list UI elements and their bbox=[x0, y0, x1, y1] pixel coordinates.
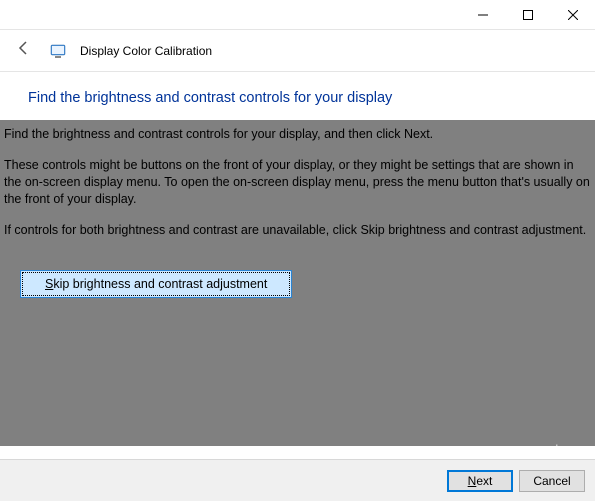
next-label-rest: ext bbox=[476, 474, 492, 488]
instruction-p1: Find the brightness and contrast control… bbox=[4, 126, 591, 143]
close-button[interactable] bbox=[550, 0, 595, 29]
footer-bar: Next Cancel bbox=[0, 459, 595, 501]
page-heading: Find the brightness and contrast control… bbox=[0, 72, 595, 120]
next-button[interactable]: Next bbox=[447, 470, 513, 492]
maximize-button[interactable] bbox=[505, 0, 550, 29]
app-icon bbox=[50, 43, 66, 59]
cancel-button[interactable]: Cancel bbox=[519, 470, 585, 492]
skip-button[interactable]: Skip brightness and contrast adjustment bbox=[20, 270, 292, 298]
back-arrow-icon[interactable] bbox=[12, 38, 36, 63]
titlebar bbox=[0, 0, 595, 30]
instruction-p3: If controls for both brightness and cont… bbox=[4, 222, 591, 239]
watermark: wsxdn.com bbox=[534, 444, 587, 455]
skip-label-rest: kip brightness and contrast adjustment bbox=[53, 277, 267, 291]
content-area: Find the brightness and contrast control… bbox=[0, 120, 595, 446]
app-title: Display Color Calibration bbox=[80, 44, 212, 58]
instruction-p2: These controls might be buttons on the f… bbox=[4, 157, 591, 208]
header-bar: Display Color Calibration bbox=[0, 30, 595, 72]
minimize-button[interactable] bbox=[460, 0, 505, 29]
